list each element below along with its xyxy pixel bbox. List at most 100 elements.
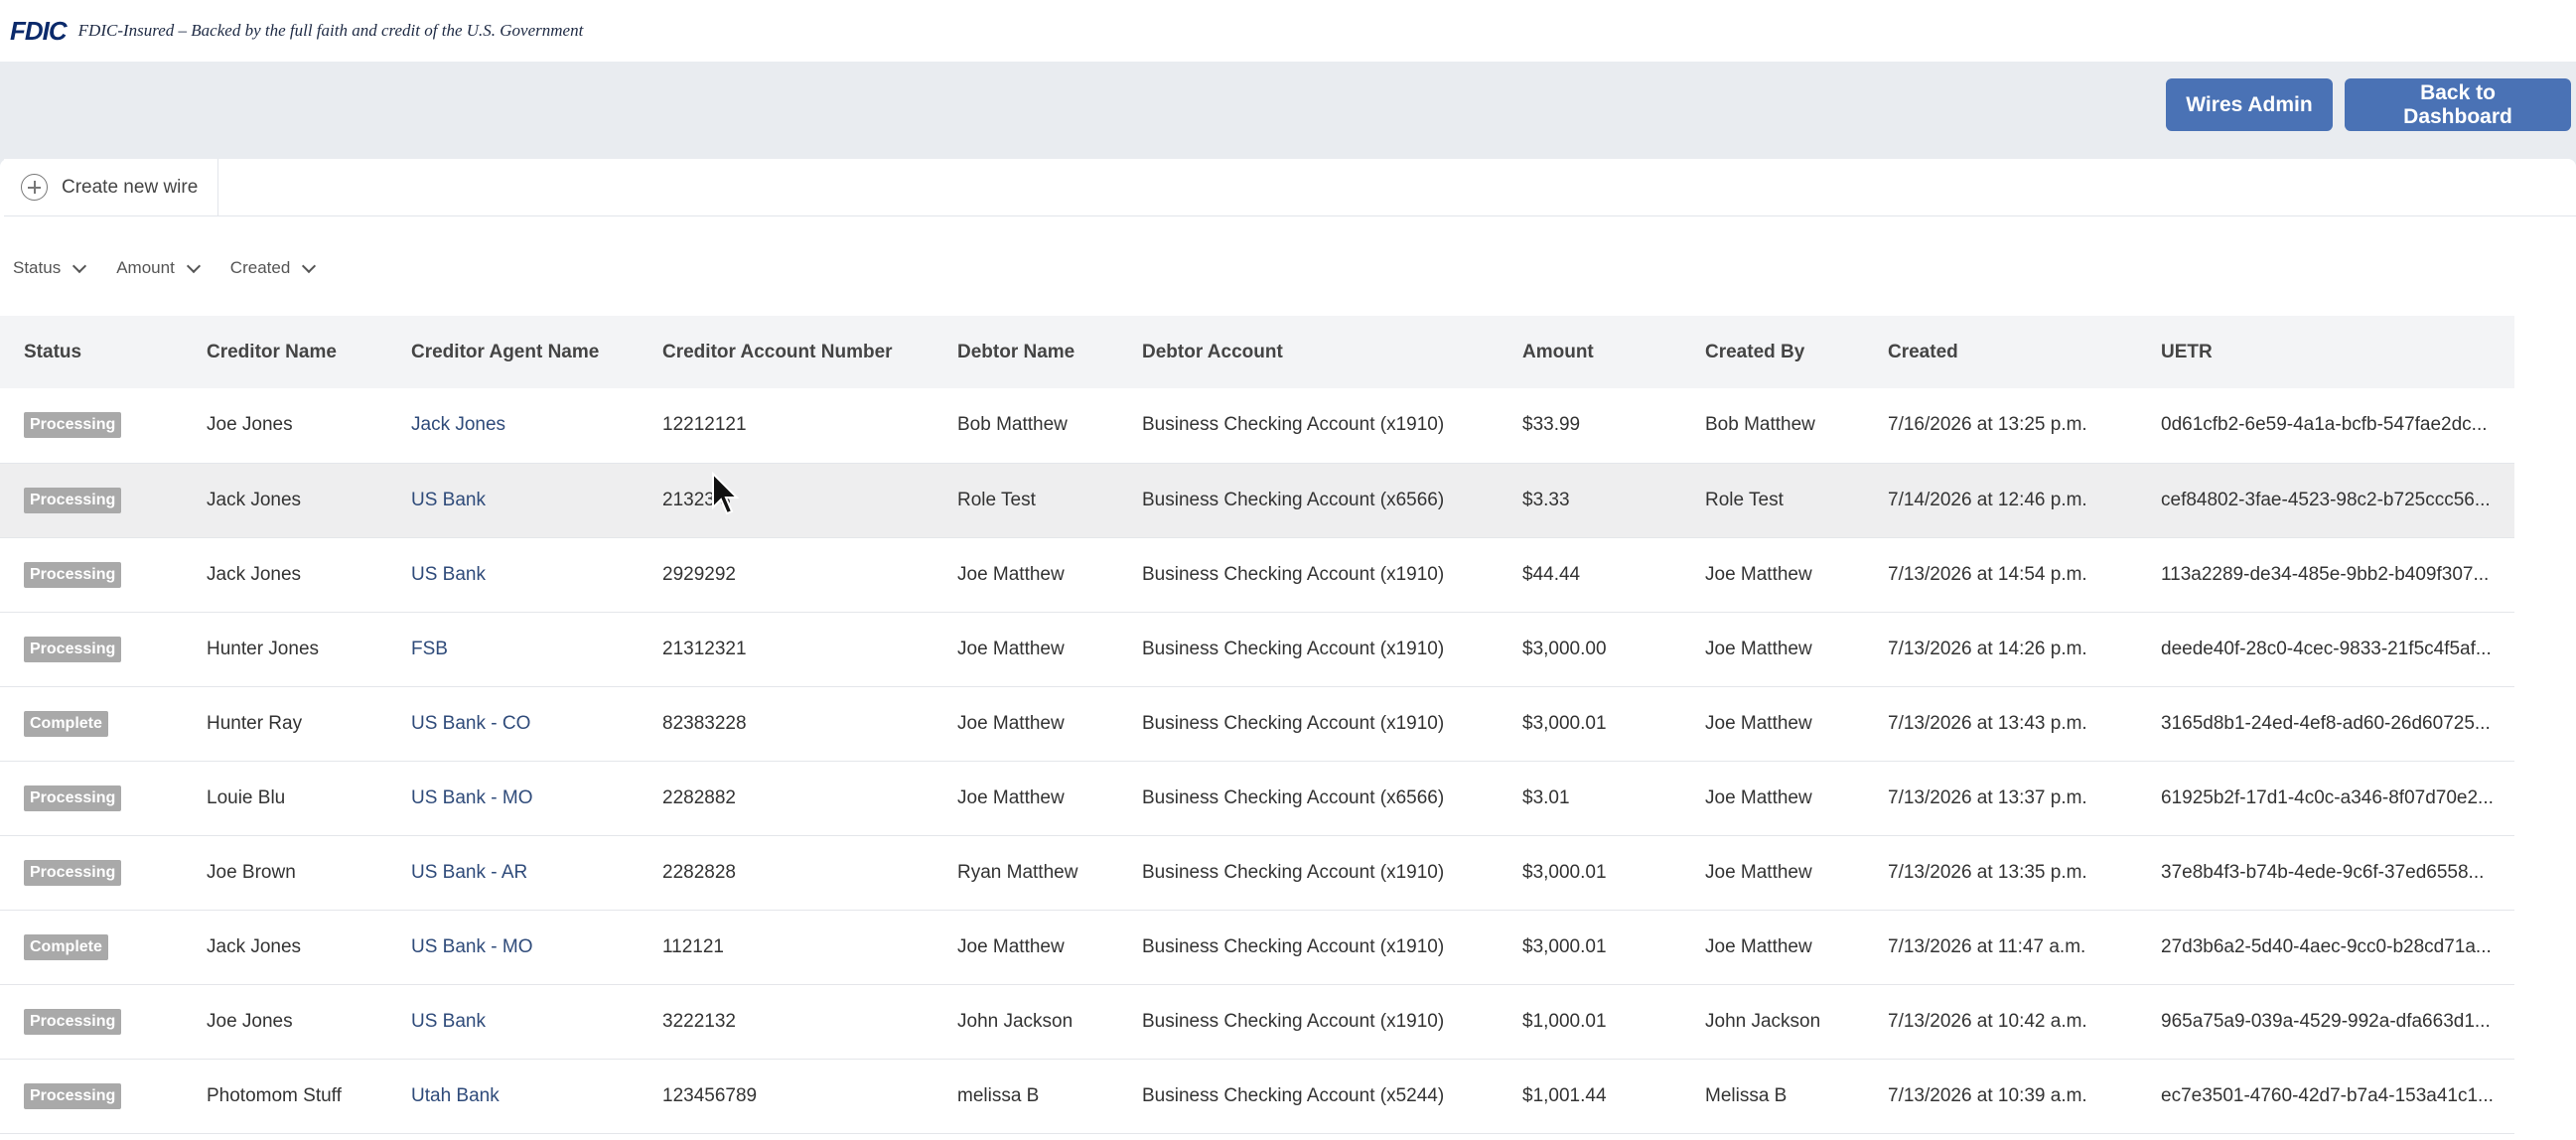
amount-cell: $3.01 xyxy=(1522,786,1570,808)
status-cell: Processing xyxy=(0,463,183,537)
created-filter-label: Created xyxy=(229,258,291,277)
column-header-created-by[interactable]: Created By xyxy=(1681,316,1864,388)
amount-cell: $1,000.01 xyxy=(1522,1010,1607,1032)
debtor-account-cell: Business Checking Account (x1910) xyxy=(1142,935,1445,957)
column-header-creditor-account-number[interactable]: Creditor Account Number xyxy=(639,316,933,388)
table-row[interactable]: Processing Hunter Jones FSB 21312321 Joe Mat… xyxy=(0,612,2514,686)
creditor-agent-cell: US Bank - AR xyxy=(411,861,528,883)
column-header-created[interactable]: Created xyxy=(1864,316,2137,388)
status-badge: Processing xyxy=(24,784,122,811)
created-by-cell: Melissa B xyxy=(1705,1084,1788,1106)
table-row[interactable]: Processing Joe Jones Jack Jones 12212121 Bob… xyxy=(0,388,2514,463)
creditor-account-cell: 82383228 xyxy=(662,712,747,734)
status-badge: Processing xyxy=(24,859,122,886)
wires-table: Status Creditor Name Creditor Agent Name… xyxy=(0,316,2514,1134)
uetr-cell: 0d61cfb2-6e59-4a1a-bcfb-547fae2dc... xyxy=(2161,414,2488,436)
creditor-agent-cell: US Bank xyxy=(411,489,486,510)
creditor-name-cell: Joe Jones xyxy=(207,1010,293,1032)
column-header-amount[interactable]: Amount xyxy=(1499,316,1681,388)
column-header-status[interactable]: Status xyxy=(0,316,183,388)
column-header-debtor-name[interactable]: Debtor Name xyxy=(933,316,1118,388)
created-cell: 7/13/2026 at 14:26 p.m. xyxy=(1888,638,2087,659)
table-row[interactable]: Processing Joe Jones US Bank 3222132 John Ja… xyxy=(0,984,2514,1059)
uetr-cell: 965a75a9-039a-4529-992a-dfa663d1... xyxy=(2161,1010,2491,1032)
amount-cell: $3,000.01 xyxy=(1522,861,1607,883)
status-badge: Processing xyxy=(24,1008,122,1035)
debtor-account-cell: Business Checking Account (x1910) xyxy=(1142,1010,1445,1032)
table-row[interactable]: Processing Louie Blu US Bank - MO 2282882 Jo… xyxy=(0,761,2514,835)
filter-bar: Status Amount Created xyxy=(13,258,346,278)
column-header-uetr[interactable]: UETR xyxy=(2137,316,2514,388)
created-by-cell: Bob Matthew xyxy=(1705,414,1815,436)
uetr-cell: cef84802-3fae-4523-98c2-b725ccc56... xyxy=(2161,489,2491,510)
fdic-banner: FDIC FDIC-Insured – Backed by the full f… xyxy=(0,0,2576,62)
status-cell: Processing xyxy=(0,835,183,910)
amount-cell: $3,000.01 xyxy=(1522,712,1607,734)
creditor-agent-cell: Utah Bank xyxy=(411,1084,500,1106)
creditor-account-cell: 2282882 xyxy=(662,786,736,808)
table-row[interactable]: Complete Jack Jones US Bank - MO 112121 Joe … xyxy=(0,910,2514,984)
debtor-account-cell: Business Checking Account (x6566) xyxy=(1142,786,1445,808)
creditor-agent-cell: US Bank xyxy=(411,563,486,585)
debtor-name-cell: Bob Matthew xyxy=(957,414,1068,436)
debtor-name-cell: Joe Matthew xyxy=(957,786,1065,808)
mouse-cursor-icon xyxy=(712,472,740,515)
creditor-name-cell: Hunter Ray xyxy=(207,712,303,734)
table-row[interactable]: Processing Jack Jones US Bank 2929292 Joe Ma… xyxy=(0,537,2514,612)
back-to-dashboard-button[interactable]: Back to Dashboard xyxy=(2345,78,2571,131)
status-badge: Processing xyxy=(24,487,122,513)
debtor-name-cell: Joe Matthew xyxy=(957,712,1065,734)
debtor-account-cell: Business Checking Account (x1910) xyxy=(1142,712,1445,734)
debtor-account-cell: Business Checking Account (x6566) xyxy=(1142,489,1445,510)
tab-create-new-wire[interactable]: Create new wire xyxy=(4,159,218,216)
header-actions: Wires Admin Back to Dashboard xyxy=(2166,78,2571,131)
column-header-debtor-account[interactable]: Debtor Account xyxy=(1118,316,1499,388)
status-cell: Processing xyxy=(0,761,183,835)
table-row[interactable]: Processing Jack Jones US Bank 21323 3 Role T… xyxy=(0,463,2514,537)
status-badge: Complete xyxy=(24,933,108,960)
uetr-cell: deede40f-28c0-4cec-9833-21f5c4f5af... xyxy=(2161,638,2492,659)
status-cell: Processing xyxy=(0,388,183,463)
created-by-cell: Joe Matthew xyxy=(1705,786,1812,808)
created-cell: 7/16/2026 at 13:25 p.m. xyxy=(1888,414,2087,436)
created-filter[interactable]: Created xyxy=(229,258,317,278)
creditor-agent-cell: US Bank - MO xyxy=(411,935,533,957)
wires-admin-button[interactable]: Wires Admin xyxy=(2166,78,2333,131)
status-badge: Processing xyxy=(24,561,122,588)
debtor-account-cell: Business Checking Account (x1910) xyxy=(1142,414,1445,436)
debtor-name-cell: Ryan Matthew xyxy=(957,861,1078,883)
column-header-creditor-agent-name[interactable]: Creditor Agent Name xyxy=(387,316,639,388)
plus-circle-icon xyxy=(21,174,48,201)
creditor-name-cell: Louie Blu xyxy=(207,786,286,808)
debtor-account-cell: Business Checking Account (x1910) xyxy=(1142,638,1445,659)
creditor-name-cell: Jack Jones xyxy=(207,563,302,585)
amount-cell: $1,001.44 xyxy=(1522,1084,1607,1106)
table-row[interactable]: Processing Joe Brown US Bank - AR 2282828 Ry… xyxy=(0,835,2514,910)
debtor-name-cell: Joe Matthew xyxy=(957,638,1065,659)
table-row[interactable]: Complete Hunter Ray US Bank - CO 82383228 Jo… xyxy=(0,686,2514,761)
creditor-agent-cell: US Bank - MO xyxy=(411,786,533,808)
chevron-down-icon xyxy=(302,258,317,273)
created-by-cell: Role Test xyxy=(1705,489,1784,510)
created-by-cell: Joe Matthew xyxy=(1705,563,1812,585)
creditor-name-cell: Hunter Jones xyxy=(207,638,320,659)
created-cell: 7/13/2026 at 11:47 a.m. xyxy=(1888,935,2086,957)
status-filter[interactable]: Status xyxy=(13,258,87,278)
creditor-agent-cell: US Bank xyxy=(411,1010,486,1032)
created-cell: 7/14/2026 at 12:46 p.m. xyxy=(1888,489,2087,510)
uetr-cell: 113a2289-de34-485e-9bb2-b409f307... xyxy=(2161,563,2490,585)
wires-table-container: Status Creditor Name Creditor Agent Name… xyxy=(0,316,2514,1134)
amount-filter-label: Amount xyxy=(116,258,175,277)
status-badge: Processing xyxy=(24,636,122,662)
status-cell: Complete xyxy=(0,686,183,761)
amount-filter[interactable]: Amount xyxy=(116,258,201,278)
uetr-cell: 27d3b6a2-5d40-4aec-9cc0-b28cd71a... xyxy=(2161,935,2492,957)
creditor-account-cell: 112121 xyxy=(662,935,724,957)
table-row[interactable]: Processing Photomom Stuff Utah Bank 1234567… xyxy=(0,1059,2514,1133)
creditor-agent-cell: Jack Jones xyxy=(411,414,506,436)
tab-divider xyxy=(218,215,2576,216)
column-header-creditor-name[interactable]: Creditor Name xyxy=(183,316,387,388)
creditor-account-cell: 2282828 xyxy=(662,861,736,883)
creditor-account-cell: 21312321 xyxy=(662,638,747,659)
creditor-agent-cell: FSB xyxy=(411,638,448,659)
